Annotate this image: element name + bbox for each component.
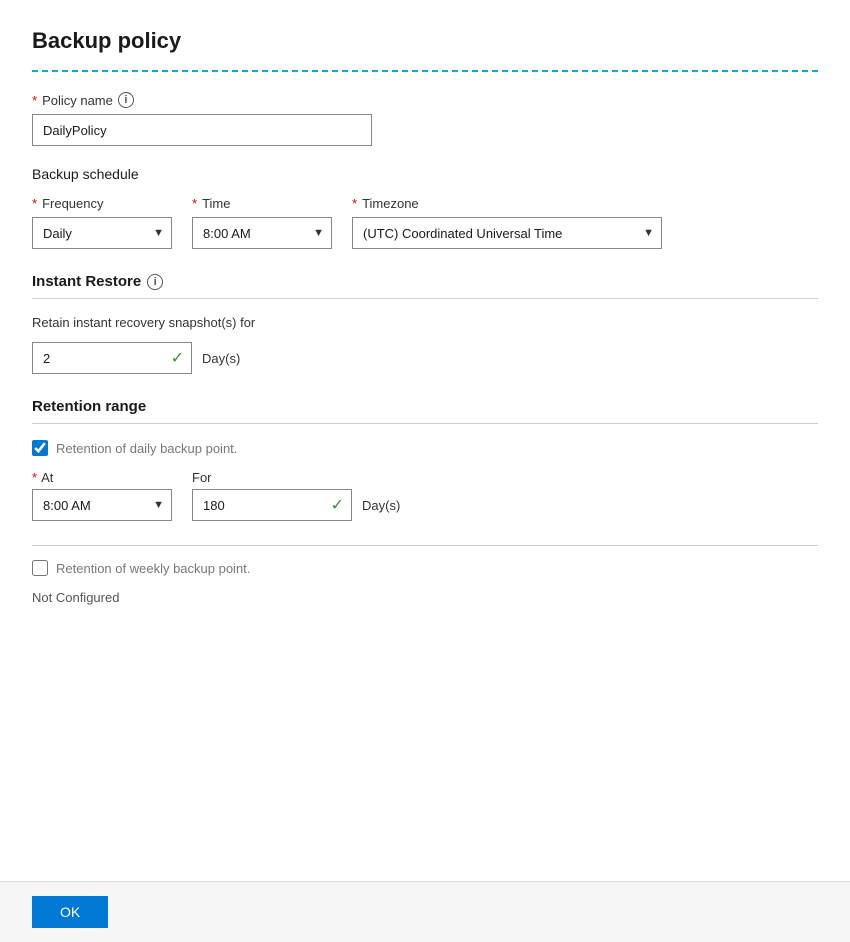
for-unit-label: Day(s) — [362, 498, 400, 513]
weekly-checkbox-row: Retention of weekly backup point. — [32, 560, 818, 576]
for-input-wrapper: ✓ — [192, 489, 352, 521]
at-for-row: * At 8:00 AM 9:00 AM ▼ For ✓ — [32, 470, 818, 521]
at-required: * — [32, 470, 37, 485]
daily-retention-checkbox[interactable] — [32, 440, 48, 456]
instant-restore-section: Instant Restore i Retain instant recover… — [32, 273, 818, 374]
retention-range-section: Retention range Retention of daily backu… — [32, 398, 818, 605]
backup-policy-panel: Backup policy * Policy name i Backup sch… — [0, 0, 850, 942]
time-text: Time — [202, 196, 230, 211]
for-value-input[interactable] — [192, 489, 352, 521]
instant-restore-description: Retain instant recovery snapshot(s) for — [32, 315, 818, 330]
policy-name-required: * — [32, 93, 37, 108]
policy-name-label: * Policy name i — [32, 92, 818, 108]
for-input-row: ✓ Day(s) — [192, 489, 400, 521]
instant-restore-heading: Instant Restore i — [32, 273, 818, 290]
retention-range-title: Retention range — [32, 398, 146, 415]
time-select-wrapper: 8:00 AM 9:00 AM ▼ — [192, 217, 332, 249]
timezone-select-wrapper: (UTC) Coordinated Universal Time (UTC+01… — [352, 217, 662, 249]
backup-schedule-label: Backup schedule — [32, 166, 818, 182]
for-group: For ✓ Day(s) — [192, 470, 400, 521]
time-select[interactable]: 8:00 AM 9:00 AM — [192, 217, 332, 249]
policy-name-info-icon[interactable]: i — [118, 92, 134, 108]
daily-checkbox-row: Retention of daily backup point. — [32, 440, 818, 456]
weekly-divider — [32, 545, 818, 546]
weekly-retention-label: Retention of weekly backup point. — [56, 561, 250, 576]
time-required: * — [192, 196, 197, 211]
at-group: * At 8:00 AM 9:00 AM ▼ — [32, 470, 172, 521]
weekly-retention-checkbox[interactable] — [32, 560, 48, 576]
timezone-group: * Timezone (UTC) Coordinated Universal T… — [352, 196, 662, 249]
not-configured-label: Not Configured — [32, 590, 818, 605]
for-label: For — [192, 470, 400, 485]
retention-range-divider — [32, 423, 818, 424]
at-time-select[interactable]: 8:00 AM 9:00 AM — [32, 489, 172, 521]
timezone-required: * — [352, 196, 357, 211]
snapshot-input[interactable] — [32, 342, 192, 374]
frequency-row: * Frequency Daily Weekly ▼ * Time 8:00 A… — [32, 196, 818, 249]
ok-button[interactable]: OK — [32, 896, 108, 928]
timezone-select[interactable]: (UTC) Coordinated Universal Time (UTC+01… — [352, 217, 662, 249]
policy-name-input[interactable] — [32, 114, 372, 146]
retention-range-heading: Retention range — [32, 398, 818, 415]
policy-name-group: * Policy name i — [32, 92, 818, 146]
snapshot-input-wrapper: ✓ — [32, 342, 192, 374]
time-group: * Time 8:00 AM 9:00 AM ▼ — [192, 196, 332, 249]
timezone-text: Timezone — [362, 196, 419, 211]
page-title: Backup policy — [32, 28, 818, 54]
instant-restore-divider — [32, 298, 818, 299]
instant-restore-input-row: ✓ Day(s) — [32, 342, 818, 374]
timezone-label: * Timezone — [352, 196, 662, 211]
frequency-required: * — [32, 196, 37, 211]
frequency-label: * Frequency — [32, 196, 172, 211]
instant-restore-title: Instant Restore — [32, 273, 141, 290]
at-select-wrapper: 8:00 AM 9:00 AM ▼ — [32, 489, 172, 521]
frequency-select-wrapper: Daily Weekly ▼ — [32, 217, 172, 249]
policy-name-text: Policy name — [42, 93, 113, 108]
instant-restore-info-icon[interactable]: i — [147, 274, 163, 290]
footer: OK — [0, 881, 850, 942]
at-text: At — [41, 470, 53, 485]
snapshot-unit-label: Day(s) — [202, 351, 240, 366]
frequency-text: Frequency — [42, 196, 103, 211]
time-label: * Time — [192, 196, 332, 211]
top-divider — [32, 70, 818, 72]
frequency-select[interactable]: Daily Weekly — [32, 217, 172, 249]
daily-retention-label: Retention of daily backup point. — [56, 441, 237, 456]
weekly-section: Retention of weekly backup point. Not Co… — [32, 545, 818, 605]
at-label: * At — [32, 470, 172, 485]
frequency-group: * Frequency Daily Weekly ▼ — [32, 196, 172, 249]
